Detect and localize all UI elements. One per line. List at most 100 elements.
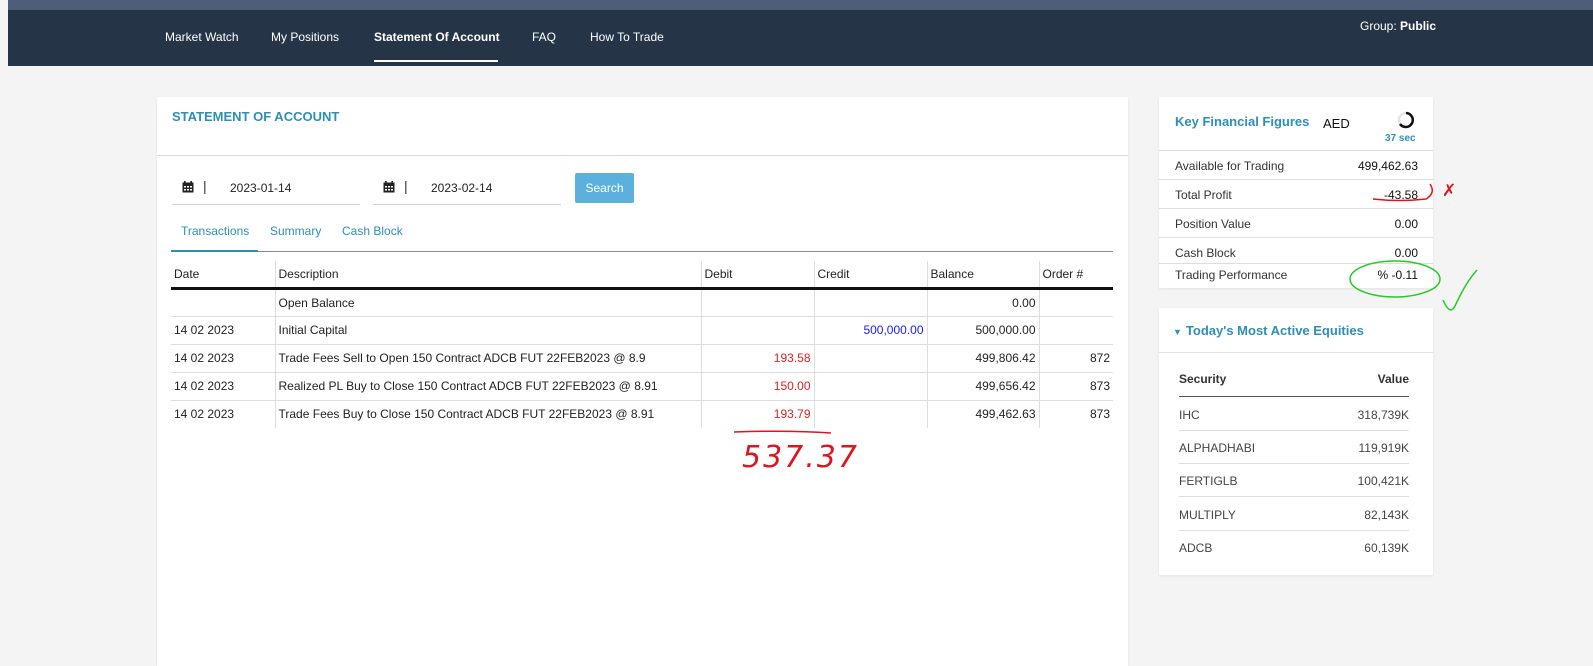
calendar-icon[interactable] bbox=[182, 181, 194, 193]
col-value: Value bbox=[1377, 372, 1409, 386]
kff-label: Cash Block bbox=[1175, 246, 1236, 260]
kff-label: Available for Trading bbox=[1175, 159, 1285, 173]
cell-credit bbox=[813, 400, 927, 428]
table-row: 14 02 2023 Initial Capital 500,000.00 50… bbox=[171, 316, 1113, 345]
kff-row-total-profit: Total Profit -43.58 bbox=[1159, 179, 1433, 208]
cell-description: Trade Fees Buy to Close 150 Contract ADC… bbox=[274, 400, 701, 428]
kff-row-cash-block: Cash Block 0.00 bbox=[1159, 237, 1433, 263]
equities-title-text: Today's Most Active Equities bbox=[1185, 323, 1364, 338]
tab-transactions[interactable]: Transactions bbox=[181, 224, 249, 238]
tab-summary[interactable]: Summary bbox=[270, 224, 321, 238]
cell-balance: 499,656.42 bbox=[926, 372, 1039, 401]
top-navbar: Market Watch My Positions Statement Of A… bbox=[8, 10, 1593, 66]
nav-faq[interactable]: FAQ bbox=[532, 30, 556, 44]
search-button[interactable]: Search bbox=[575, 173, 634, 203]
collapse-triangle-icon[interactable]: ▼ bbox=[1173, 327, 1182, 337]
kff-label: Position Value bbox=[1175, 217, 1251, 231]
cell-order: 873 bbox=[1038, 372, 1113, 401]
statement-tabs: Transactions Summary Cash Block bbox=[171, 219, 1113, 252]
date-to-field[interactable]: | bbox=[373, 173, 561, 205]
tab-active-indicator bbox=[171, 250, 258, 252]
nav-my-positions[interactable]: My Positions bbox=[271, 30, 339, 44]
nav-how-to-trade[interactable]: How To Trade bbox=[590, 30, 664, 44]
refresh-timer: 37 sec bbox=[1385, 133, 1416, 144]
table-row: 14 02 2023 Trade Fees Buy to Close 150 C… bbox=[171, 400, 1113, 428]
statement-title: STATEMENT OF ACCOUNT bbox=[172, 109, 340, 124]
table-row: 14 02 2023 Trade Fees Sell to Open 150 C… bbox=[171, 344, 1113, 373]
key-financial-figures-panel: Key Financial Figures AED 37 sec Availab… bbox=[1159, 97, 1433, 288]
table-row: Open Balance 0.00 bbox=[171, 288, 1113, 317]
cell-debit: 193.79 bbox=[700, 400, 814, 428]
cell-order bbox=[1038, 288, 1113, 317]
col-security: Security bbox=[1179, 372, 1227, 386]
cell-debit bbox=[700, 316, 814, 345]
cell-balance: 499,806.42 bbox=[926, 344, 1039, 373]
cell-debit bbox=[700, 288, 814, 317]
col-debit: Debit bbox=[700, 261, 814, 290]
cell-order: 872 bbox=[1038, 344, 1113, 373]
list-item: ALPHADHABI 119,919K bbox=[1179, 430, 1409, 464]
list-item: ADCB 60,139K bbox=[1179, 530, 1409, 564]
col-credit: Credit bbox=[813, 261, 927, 290]
statement-panel: STATEMENT OF ACCOUNT | | Search Transact… bbox=[157, 97, 1128, 666]
list-item: IHC 318,739K bbox=[1179, 397, 1409, 431]
kff-value: 499,462.63 bbox=[1357, 159, 1418, 173]
cell-date: 14 02 2023 bbox=[171, 316, 275, 345]
cell-credit: 500,000.00 bbox=[813, 316, 927, 345]
group-label: Group: bbox=[1360, 19, 1397, 33]
col-balance: Balance bbox=[926, 261, 1039, 290]
kff-row-trading-performance: Trading Performance % -0.11 bbox=[1159, 263, 1433, 288]
cell-order: 873 bbox=[1038, 400, 1113, 428]
cell-description: Realized PL Buy to Close 150 Contract AD… bbox=[274, 372, 701, 401]
check-mark bbox=[1442, 269, 1478, 311]
cell-description: Trade Fees Sell to Open 150 Contract ADC… bbox=[274, 344, 701, 373]
cell-date: 14 02 2023 bbox=[171, 344, 275, 373]
divider bbox=[1159, 352, 1433, 353]
refresh-spinner-icon bbox=[1397, 111, 1415, 129]
kff-row-position-value: Position Value 0.00 bbox=[1159, 208, 1433, 237]
cell-debit: 193.58 bbox=[700, 344, 814, 373]
date-from-input[interactable] bbox=[230, 181, 350, 195]
transactions-table: Date Description Debit Credit Balance Or… bbox=[171, 261, 1113, 428]
table-header-row: Date Description Debit Credit Balance Or… bbox=[171, 261, 1113, 290]
nav-active-underline bbox=[374, 60, 498, 62]
kff-value: 0.00 bbox=[1394, 246, 1418, 260]
calendar-icon[interactable] bbox=[383, 181, 395, 193]
col-description: Description bbox=[274, 261, 701, 290]
col-order: Order # bbox=[1038, 261, 1113, 290]
cell-description: Open Balance bbox=[274, 288, 701, 317]
group-indicator: Group: Public bbox=[1360, 19, 1436, 33]
list-item: MULTIPLY 82,143K bbox=[1179, 497, 1409, 531]
equities-title[interactable]: ▼ Today's Most Active Equities bbox=[1173, 323, 1364, 338]
security-value: 100,421K bbox=[1357, 474, 1409, 488]
kff-value: -43.58 bbox=[1383, 188, 1418, 202]
security-name: IHC bbox=[1179, 408, 1200, 422]
kff-label: Total Profit bbox=[1175, 188, 1232, 202]
top-strip bbox=[8, 0, 1593, 10]
security-name: MULTIPLY bbox=[1179, 508, 1236, 522]
security-name: ADCB bbox=[1179, 541, 1213, 555]
security-value: 119,919K bbox=[1358, 441, 1410, 455]
date-to-input[interactable] bbox=[431, 181, 551, 195]
cell-date: 14 02 2023 bbox=[174, 407, 235, 422]
cell-debit: 150.00 bbox=[700, 372, 814, 401]
date-from-field[interactable]: | bbox=[172, 173, 360, 205]
group-value: Public bbox=[1400, 19, 1437, 33]
kff-row-available: Available for Trading 499,462.63 bbox=[1159, 150, 1433, 179]
cell-balance: 0.00 bbox=[926, 288, 1039, 317]
cell-credit bbox=[813, 344, 927, 373]
separator: | bbox=[203, 178, 207, 194]
col-date: Date bbox=[171, 261, 275, 290]
cell-order bbox=[1038, 316, 1113, 345]
security-name: FERTIGLB bbox=[1179, 474, 1238, 488]
tab-cash-block[interactable]: Cash Block bbox=[342, 224, 403, 238]
nav-statement-of-account[interactable]: Statement Of Account bbox=[374, 30, 500, 44]
cell-date: 14 02 2023 bbox=[171, 372, 275, 401]
cell-date bbox=[171, 288, 275, 317]
security-name: ALPHADHABI bbox=[1179, 441, 1256, 455]
cross-mark: ✗ bbox=[1442, 181, 1456, 201]
table-row: 14 02 2023 Realized PL Buy to Close 150 … bbox=[171, 372, 1113, 401]
nav-market-watch[interactable]: Market Watch bbox=[165, 30, 239, 44]
cell-balance: 499,462.63 bbox=[926, 400, 1039, 428]
most-active-equities-panel: ▼ Today's Most Active Equities Security V… bbox=[1159, 308, 1433, 575]
